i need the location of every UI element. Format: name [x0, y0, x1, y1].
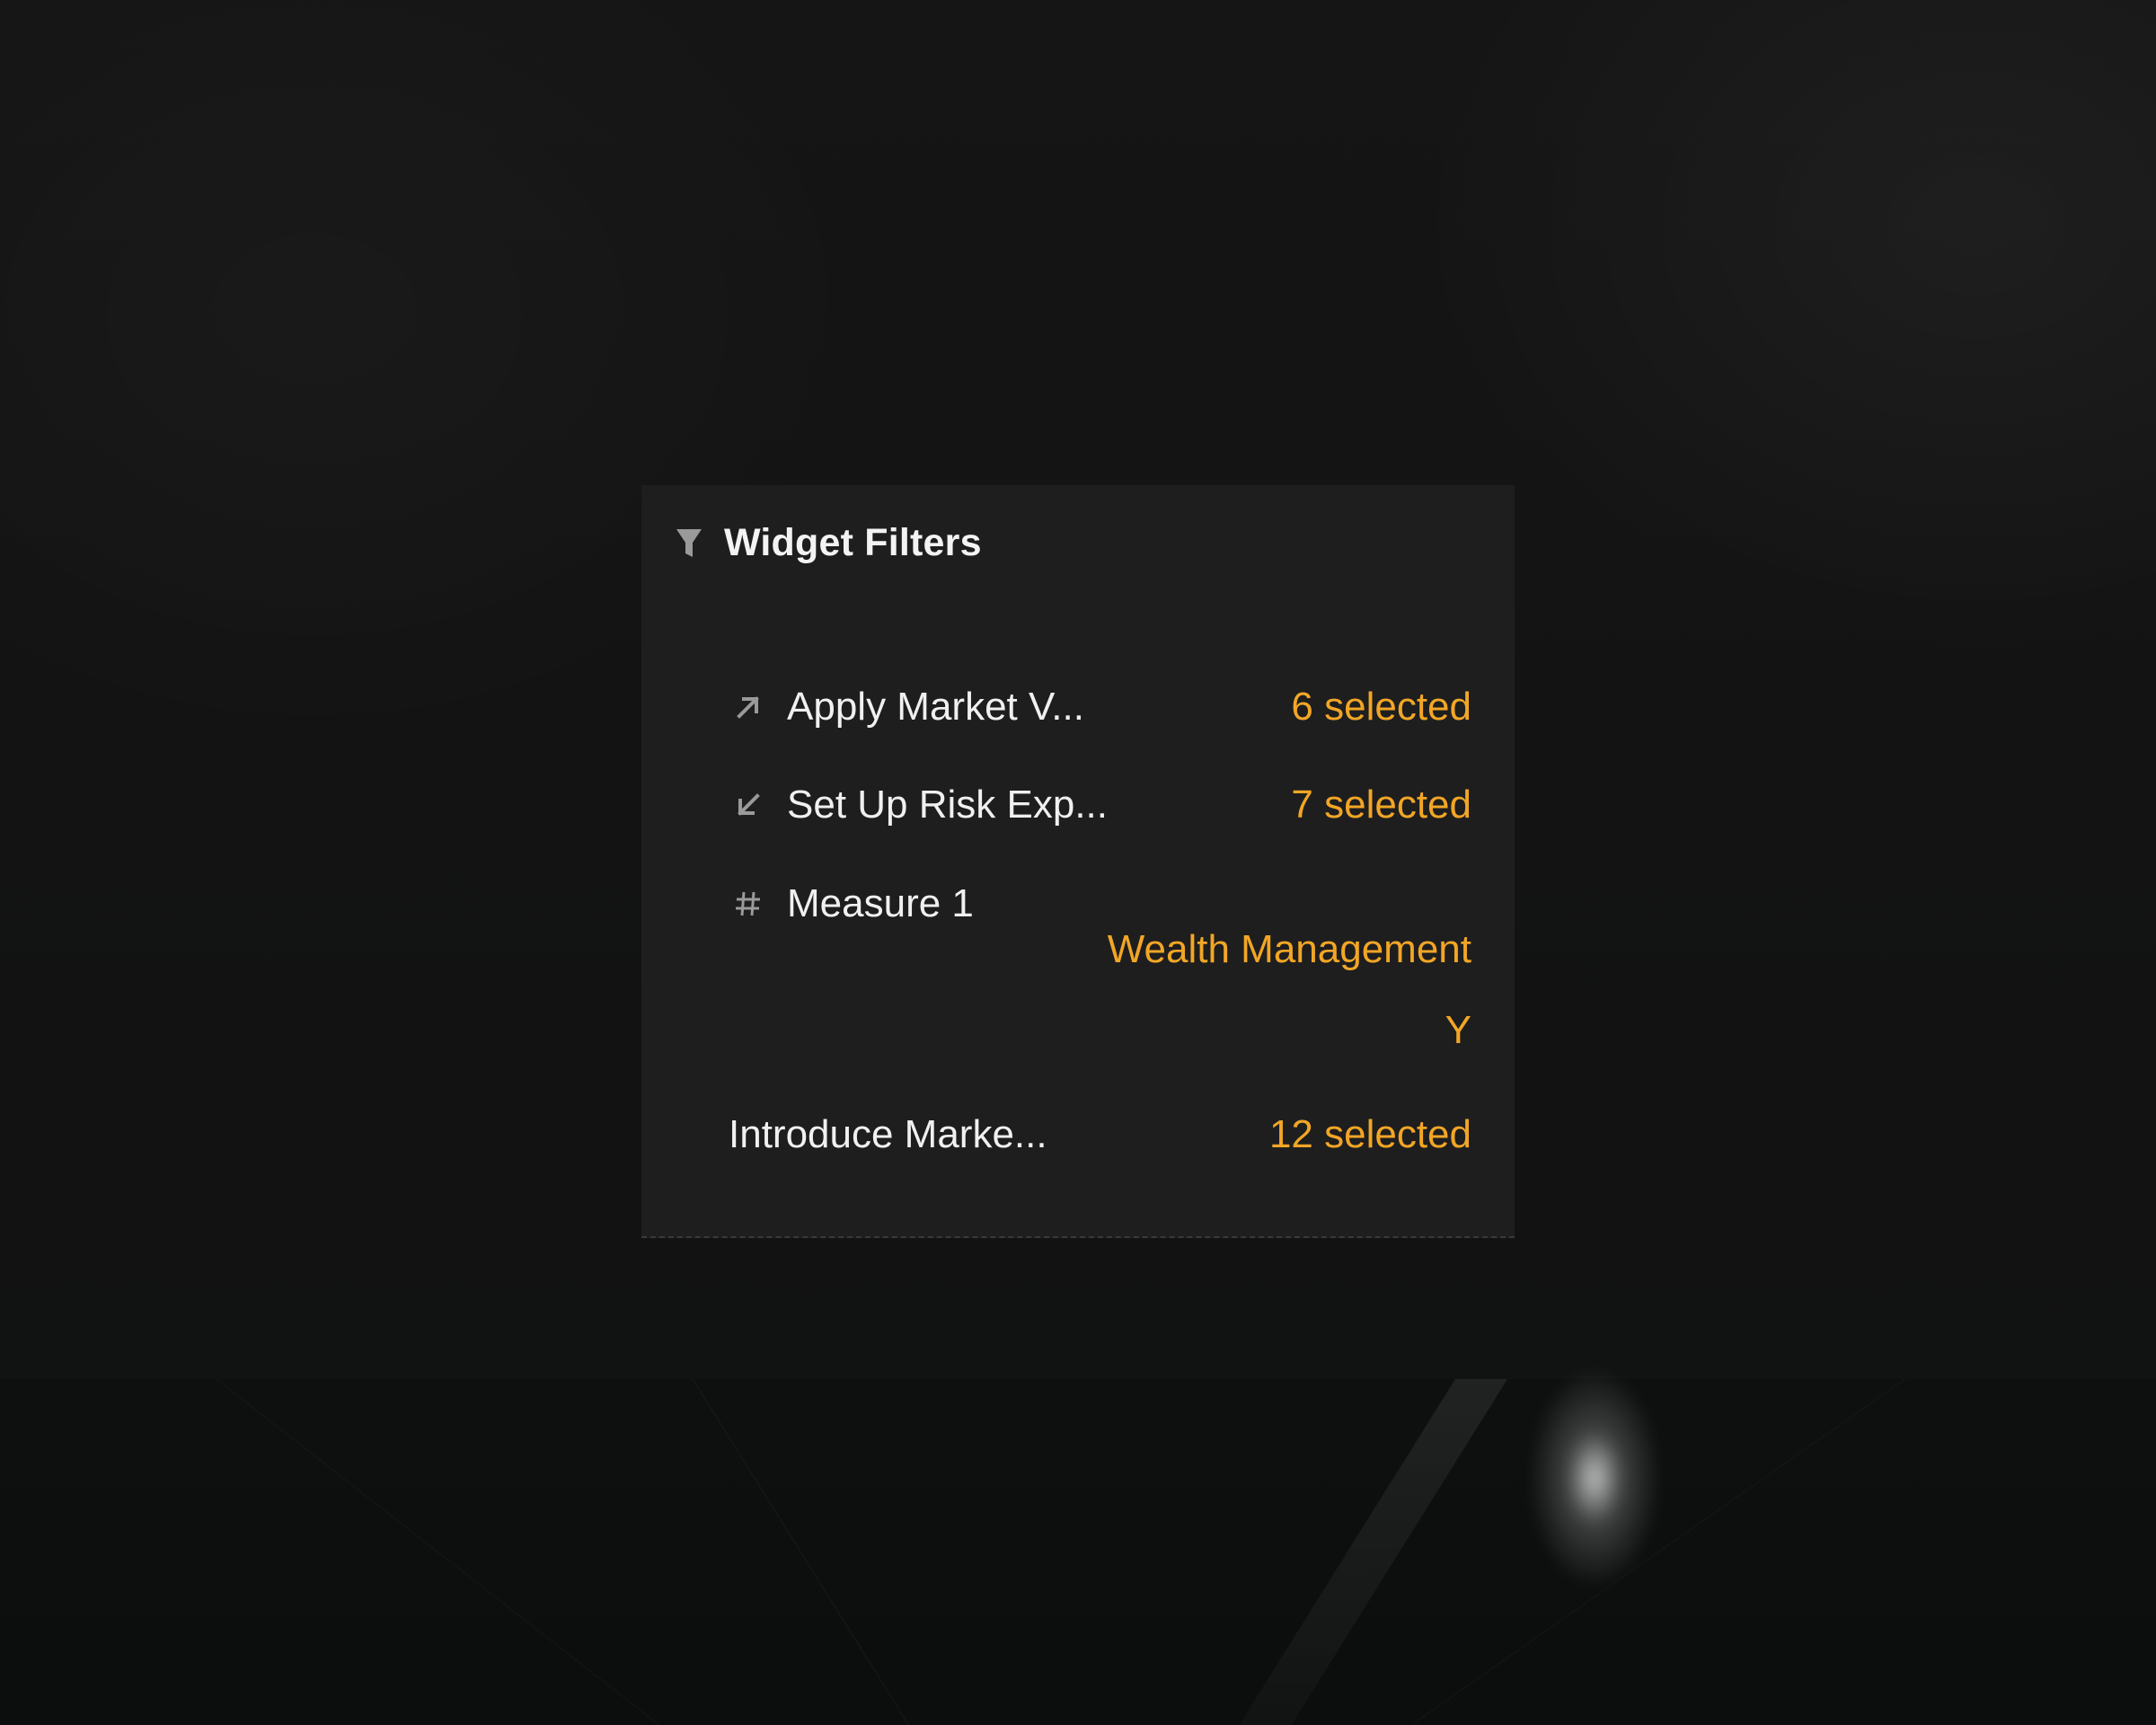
filter-row-apply-market[interactable]: Apply Market V... 6 selected — [731, 680, 1471, 734]
floor-surface — [0, 1379, 2156, 1725]
hash-icon — [731, 887, 765, 921]
filter-selection-count: 6 selected — [1291, 685, 1471, 729]
filter-label: Measure 1 — [787, 881, 974, 925]
filter-selection-count: 12 selected — [1268, 1112, 1471, 1156]
arrow-up-right-icon — [731, 690, 765, 724]
widget-filters-header: Widget Filters — [676, 521, 982, 565]
filter-label: Set Up Risk Exp... — [787, 783, 1109, 827]
filter-row-left: Set Up Risk Exp... — [731, 783, 1108, 827]
filter-label: Introduce Marke... — [729, 1112, 1047, 1156]
filter-row-left: Apply Market V... — [731, 685, 1084, 730]
filter-row-introduce-market[interactable]: Introduce Marke... 12 selected — [729, 1108, 1471, 1162]
filter-label: Apply Market V... — [787, 685, 1084, 729]
measure-value-y: Y — [1445, 1008, 1471, 1052]
filter-selection-count: 7 selected — [1291, 783, 1471, 827]
filter-row-measure-1[interactable]: Measure 1 — [731, 877, 1471, 931]
filter-row-left: Measure 1 — [731, 881, 974, 926]
dark-stage-background: Widget Filters Apply Market V... 6 selec… — [0, 0, 2156, 1725]
arrow-down-left-icon — [731, 788, 765, 822]
measure-value-wealth-management: Wealth Management — [1107, 927, 1471, 971]
widget-filters-panel: Widget Filters Apply Market V... 6 selec… — [641, 485, 1515, 1238]
filter-icon — [676, 527, 702, 560]
filter-row-set-up-risk[interactable]: Set Up Risk Exp... 7 selected — [731, 778, 1471, 832]
floor-spotlight-glow — [1527, 1366, 1662, 1590]
panel-title: Widget Filters — [724, 521, 982, 564]
